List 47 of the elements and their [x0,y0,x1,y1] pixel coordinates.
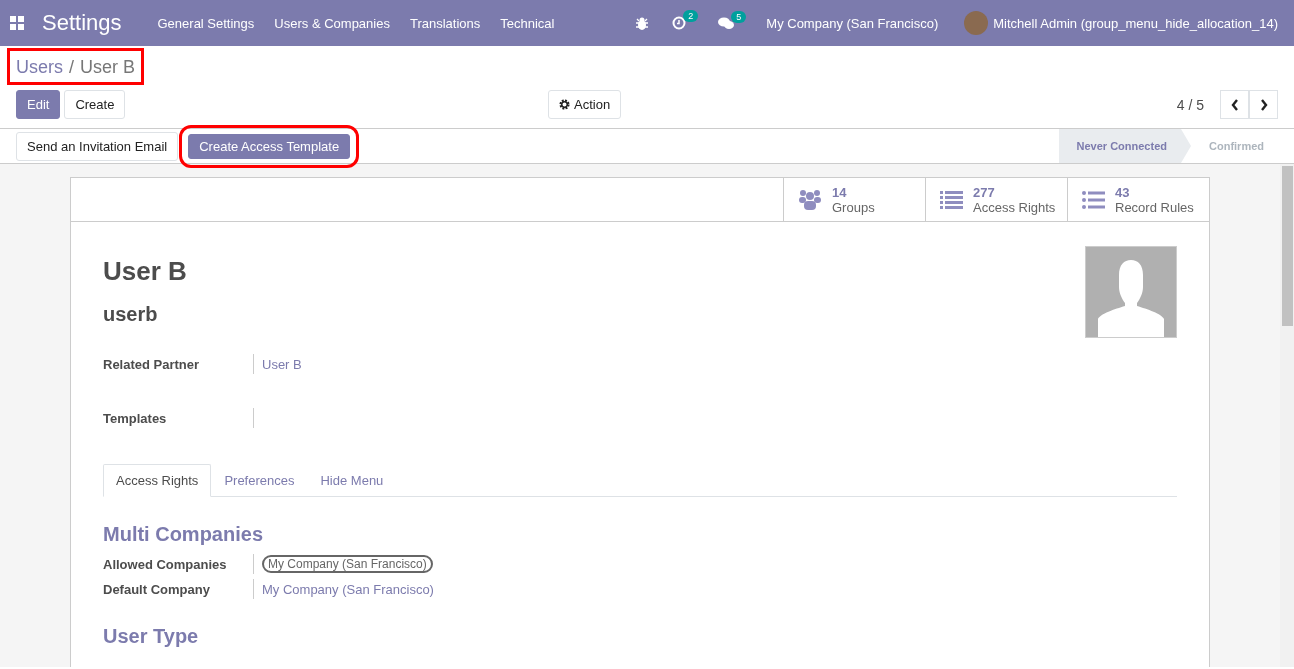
chevron-right-icon [1259,98,1268,111]
message-count-badge: 5 [731,10,747,23]
clock-icon[interactable] [672,16,687,30]
notebook-tab[interactable]: Hide Menu [307,464,397,497]
menu-item[interactable]: Technical [490,15,565,31]
status-step[interactable]: Confirmed [1191,129,1280,163]
list-icon [940,190,963,209]
control-button[interactable]: Create [64,90,126,119]
record-login: userb [103,303,159,326]
scrollbar[interactable] [1280,164,1294,667]
next-button[interactable] [1249,90,1278,119]
action-button[interactable]: Action [548,90,622,119]
field-label: Default Company [103,581,211,597]
breadcrumb-current: User B [80,57,136,78]
bug-icon[interactable] [636,16,649,30]
gear-icon [559,99,570,110]
field-label: Related Partner [103,356,201,372]
activity-count-badge: 2 [683,10,699,22]
menu-item[interactable]: Translations [399,15,491,31]
field-label: Templates [103,410,168,426]
chevron-left-icon [1230,98,1239,111]
pager-counter: 4 / 5 [1176,96,1204,113]
user-menu[interactable]: Mitchell Admin (group_menu_hide_allocation_14) [993,15,1278,31]
record-name: User B [103,256,187,287]
control-button[interactable]: Edit [16,90,61,119]
users-icon [798,188,822,211]
previous-button[interactable] [1220,90,1249,119]
menu-item[interactable]: Users & Companies [264,15,400,31]
avatar-placeholder[interactable] [1085,246,1177,338]
field-label: Allowed Companies [103,556,228,572]
section-title: User Type [103,625,200,648]
notebook-tab[interactable]: Access Rights [103,464,212,497]
bullet-list-icon [1082,190,1105,209]
app-grid-icon[interactable] [10,16,24,30]
chat-icon[interactable] [718,16,735,30]
app-title[interactable]: Settings [42,10,122,36]
breadcrumb-link[interactable]: Users [16,57,63,78]
company-switcher[interactable]: My Company (San Francisco) [766,15,939,31]
header-button[interactable]: Send an Invitation Email [16,131,179,161]
menu-item[interactable]: General Settings [147,15,265,31]
breadcrumb-separator: / [69,57,75,78]
field-link[interactable]: User B [262,356,302,372]
section-title: Multi Companies [103,523,264,546]
notebook-tab[interactable]: Preferences [211,464,308,497]
company-tag: My Company (San Francisco) [262,555,433,573]
status-step[interactable]: Never Connected [1058,129,1191,163]
field-link[interactable]: My Company (San Francisco) [262,581,434,597]
